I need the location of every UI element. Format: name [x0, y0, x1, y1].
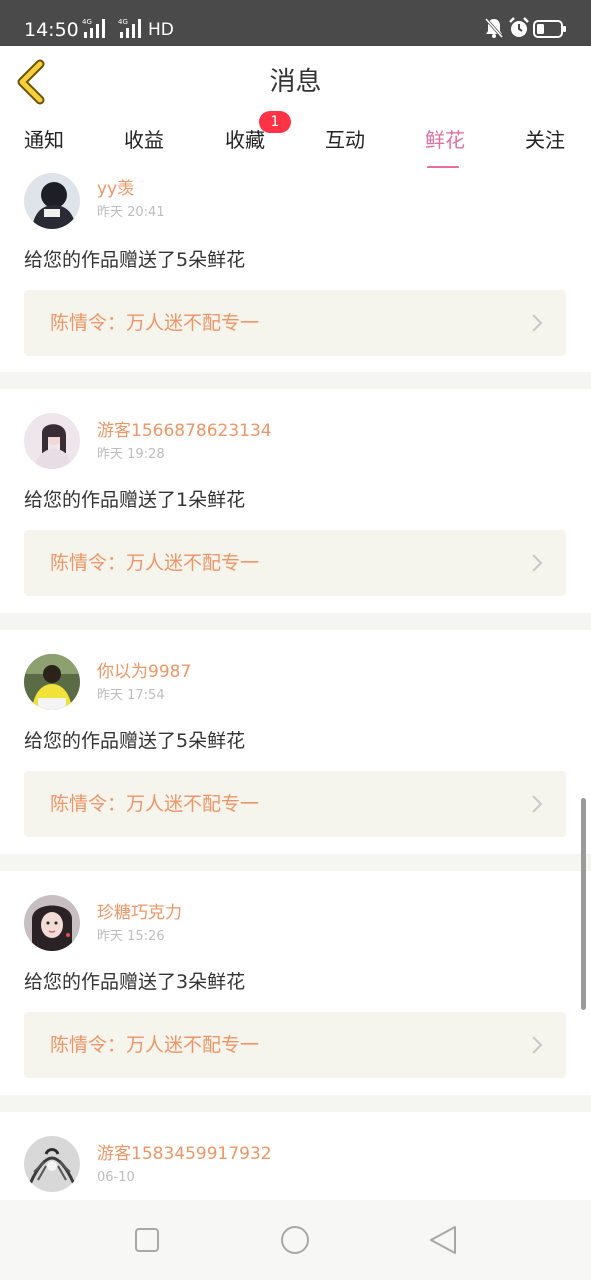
- list-item: yy羡 昨天 20:41 给您的作品赠送了5朵鲜花 陈情令：万人迷不配专一: [0, 168, 591, 372]
- work-title: 陈情令：万人迷不配专一: [50, 312, 260, 334]
- chevron-right-icon: [532, 554, 543, 572]
- page-title: 消息: [269, 67, 322, 97]
- timestamp: 06-10: [97, 1170, 135, 1185]
- svg-text:4G: 4G: [82, 18, 92, 26]
- divider: [0, 372, 591, 389]
- tab-earnings[interactable]: 收益: [124, 126, 164, 154]
- tab-favorites[interactable]: 收藏: [225, 126, 265, 154]
- avatar[interactable]: [24, 895, 80, 951]
- work-link-card[interactable]: 陈情令：万人迷不配专一: [24, 530, 566, 596]
- message-text: 给您的作品赠送了3朵鲜花: [24, 971, 246, 993]
- tab-flowers[interactable]: 鲜花: [425, 126, 465, 169]
- tab-notifications[interactable]: 通知: [24, 126, 64, 154]
- username[interactable]: 游客1583459917932: [97, 1142, 272, 1166]
- tab-interactions[interactable]: 互动: [325, 126, 365, 154]
- work-title: 陈情令：万人迷不配专一: [50, 552, 260, 574]
- timestamp: 昨天 17:54: [97, 688, 165, 703]
- list-item: 游客1583459917932 06-10: [0, 1112, 591, 1200]
- header: 消息: [0, 46, 591, 118]
- avatar[interactable]: [24, 173, 80, 229]
- battery-icon: [533, 20, 566, 38]
- divider: [0, 613, 591, 630]
- username[interactable]: 你以为9987: [97, 660, 191, 684]
- avatar[interactable]: [24, 413, 80, 469]
- message-text: 给您的作品赠送了5朵鲜花: [24, 730, 246, 752]
- work-link-card[interactable]: 陈情令：万人迷不配专一: [24, 290, 566, 356]
- avatar[interactable]: [24, 1136, 80, 1192]
- list-item: 珍糖巧克力 昨天 15:26 给您的作品赠送了3朵鲜花 陈情令：万人迷不配专一: [0, 871, 591, 1078]
- message-text: 给您的作品赠送了5朵鲜花: [24, 249, 246, 271]
- back-icon[interactable]: [425, 1222, 461, 1258]
- timestamp: 昨天 19:28: [97, 447, 165, 462]
- status-bar: 14:50 4G 4G HD: [0, 0, 591, 46]
- svg-text:4G: 4G: [118, 18, 128, 26]
- alarm-icon: [509, 17, 529, 37]
- username[interactable]: 游客1566878623134: [97, 419, 272, 443]
- tab-following[interactable]: 关注: [525, 126, 565, 154]
- divider: [0, 1095, 591, 1112]
- mute-icon: [484, 18, 504, 38]
- divider: [0, 854, 591, 871]
- recent-apps-icon[interactable]: [129, 1222, 165, 1258]
- work-title: 陈情令：万人迷不配专一: [50, 1034, 260, 1056]
- work-link-card[interactable]: 陈情令：万人迷不配专一: [24, 771, 566, 837]
- message-list[interactable]: yy羡 昨天 20:41 给您的作品赠送了5朵鲜花 陈情令：万人迷不配专一 游客…: [0, 168, 591, 1200]
- network-hd-label: HD: [148, 20, 174, 40]
- username[interactable]: yy羡: [97, 177, 134, 201]
- list-item: 你以为9987 昨天 17:54 给您的作品赠送了5朵鲜花 陈情令：万人迷不配专…: [0, 630, 591, 837]
- scrollbar[interactable]: [581, 798, 586, 1010]
- navigation-bar: [0, 1200, 591, 1280]
- message-text: 给您的作品赠送了1朵鲜花: [24, 489, 246, 511]
- status-time: 14:50: [24, 19, 79, 41]
- timestamp: 昨天 15:26: [97, 929, 165, 944]
- timestamp: 昨天 20:41: [97, 205, 165, 220]
- tab-flowers-label: 鲜花: [425, 128, 465, 152]
- home-icon[interactable]: [277, 1222, 313, 1258]
- chevron-right-icon: [532, 795, 543, 813]
- signal-4g-icon: 4G: [82, 18, 105, 38]
- signal-4g-icon: 4G: [118, 18, 141, 38]
- work-title: 陈情令：万人迷不配专一: [50, 793, 260, 815]
- tab-bar: 通知 收益 收藏 互动 鲜花 关注: [0, 118, 591, 169]
- username[interactable]: 珍糖巧克力: [97, 901, 182, 925]
- list-item: 游客1566878623134 昨天 19:28 给您的作品赠送了1朵鲜花 陈情…: [0, 389, 591, 596]
- avatar[interactable]: [24, 654, 80, 710]
- favorites-badge: 1: [259, 111, 291, 133]
- chevron-right-icon: [532, 314, 543, 332]
- chevron-right-icon: [532, 1036, 543, 1054]
- work-link-card[interactable]: 陈情令：万人迷不配专一: [24, 1012, 566, 1078]
